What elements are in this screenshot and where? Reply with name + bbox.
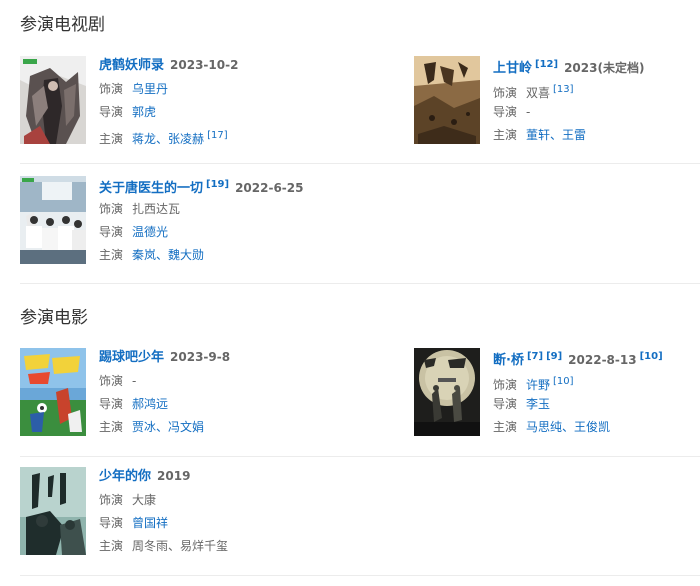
cast-link[interactable]: 马思纯 bbox=[526, 420, 562, 434]
role-link[interactable]: 许野 bbox=[526, 378, 550, 392]
cast-label: 主演 bbox=[99, 132, 124, 146]
director-label: 导演 bbox=[99, 397, 124, 411]
cast-separator: 、 bbox=[550, 128, 563, 142]
cast-link[interactable]: 冯文娟 bbox=[168, 420, 204, 434]
director-label: 导演 bbox=[99, 516, 124, 530]
work-info: 关于唐医生的一切 [19] 2022-6-25 饰演 扎西达瓦 导演 温德光 主演 秦岚、… bbox=[99, 176, 359, 267]
citation-link[interactable]: [10] bbox=[640, 351, 663, 362]
cast-text: 易烊千玺 bbox=[180, 539, 229, 553]
role-label: 饰演 bbox=[493, 378, 518, 392]
director-text: - bbox=[526, 105, 531, 119]
cast-separator: 、 bbox=[168, 539, 181, 553]
director-label: 导演 bbox=[99, 225, 124, 239]
director-link[interactable]: 郭虎 bbox=[132, 105, 156, 119]
work-card: 关于唐医生的一切 [19] 2022-6-25 饰演 扎西达瓦 导演 温德光 主演 秦岚、… bbox=[20, 176, 340, 266]
work-card: 虎鹤妖师录 2023-10-2 饰演 乌里丹 导演 郭虎 主演 蒋龙、张凌赫 [17] bbox=[20, 56, 340, 146]
work-title-link[interactable]: 踢球吧少年 bbox=[99, 350, 164, 365]
work-card: 上甘岭 [12] 2023(未定档) 饰演 双喜 [13] 导演 - 主演 董轩、王雷 bbox=[414, 56, 700, 146]
divider bbox=[20, 575, 700, 576]
director-link[interactable]: 郝鸿远 bbox=[132, 397, 168, 411]
director-link[interactable]: 李玉 bbox=[526, 397, 550, 411]
release-date: 2023(未定档) bbox=[564, 61, 645, 75]
work-card: 少年的你 2019 饰演 大康 导演 曾国祥 主演 周冬雨、易烊千玺 bbox=[20, 467, 340, 557]
release-date: 2022-8-13 bbox=[568, 353, 637, 367]
director-link[interactable]: 曾国祥 bbox=[132, 516, 168, 530]
citation-link[interactable]: [13] bbox=[553, 84, 574, 95]
role-label: 饰演 bbox=[99, 493, 124, 507]
work-card: 踢球吧少年 2023-9-8 饰演 - 导演 郝鸿远 主演 贾冰、冯文娟 bbox=[20, 348, 340, 438]
director-label: 导演 bbox=[493, 397, 518, 411]
cast-label: 主演 bbox=[493, 420, 518, 434]
citation-link[interactable]: [9] bbox=[546, 351, 562, 362]
work-title-link[interactable]: 虎鹤妖师录 bbox=[99, 58, 164, 73]
role-label: 饰演 bbox=[99, 202, 124, 216]
cast-label: 主演 bbox=[99, 420, 124, 434]
work-title-link[interactable]: 上甘岭 bbox=[493, 61, 532, 76]
cast-label: 主演 bbox=[493, 128, 518, 142]
release-date: 2023-9-8 bbox=[170, 350, 231, 364]
cast-text: 周冬雨 bbox=[132, 539, 169, 553]
section-title-film: 参演电影 bbox=[20, 308, 88, 328]
cast-link[interactable]: 贾冰 bbox=[132, 420, 156, 434]
director-label: 导演 bbox=[493, 105, 518, 119]
role-text: 双喜 bbox=[526, 86, 551, 100]
work-info: 断·桥 [7] [9] 2022-8-13 [10] 饰演 许野 [10] 导演 李玉 主演马… bbox=[493, 348, 700, 439]
citation-link[interactable]: [10] bbox=[553, 376, 574, 387]
citation-link[interactable]: [12] bbox=[535, 59, 558, 70]
work-info: 少年的你 2019 饰演 大康 导演 曾国祥 主演 周冬雨、易烊千玺 bbox=[99, 467, 359, 558]
poster-image[interactable] bbox=[414, 348, 480, 436]
cast-link[interactable]: 蒋龙 bbox=[132, 132, 156, 146]
cast-link[interactable]: 张凌赫 bbox=[168, 132, 204, 146]
release-date: 2022-6-25 bbox=[235, 181, 304, 195]
cast-link[interactable]: 王俊凯 bbox=[574, 420, 610, 434]
cast-label: 主演 bbox=[99, 248, 124, 262]
work-title-link[interactable]: 少年的你 bbox=[99, 469, 151, 484]
poster-image[interactable] bbox=[414, 56, 480, 144]
divider bbox=[20, 163, 700, 164]
citation-link[interactable]: [17] bbox=[207, 130, 228, 141]
cast-separator: 、 bbox=[156, 420, 169, 434]
role-text: - bbox=[132, 374, 137, 388]
work-info: 虎鹤妖师录 2023-10-2 饰演 乌里丹 导演 郭虎 主演 蒋龙、张凌赫 [17] bbox=[99, 56, 359, 147]
role-label: 饰演 bbox=[99, 82, 124, 96]
cast-separator: 、 bbox=[156, 132, 169, 146]
cast-link[interactable]: 魏大勋 bbox=[168, 248, 204, 262]
cast-link[interactable]: 王雷 bbox=[562, 128, 586, 142]
section-title-tv: 参演电视剧 bbox=[20, 15, 105, 35]
divider bbox=[20, 456, 700, 457]
work-info: 上甘岭 [12] 2023(未定档) 饰演 双喜 [13] 导演 - 主演 董轩、王雷 bbox=[493, 56, 700, 147]
director-link[interactable]: 温德光 bbox=[132, 225, 168, 239]
cast-separator: 、 bbox=[562, 420, 575, 434]
release-date: 2023-10-2 bbox=[170, 58, 239, 72]
role-label: 饰演 bbox=[493, 86, 518, 100]
role-label: 饰演 bbox=[99, 374, 124, 388]
divider bbox=[20, 283, 700, 284]
role-link[interactable]: 乌里丹 bbox=[132, 82, 168, 96]
cast-link[interactable]: 秦岚 bbox=[132, 248, 156, 262]
work-card: 断·桥 [7] [9] 2022-8-13 [10] 饰演 许野 [10] 导演 李玉 主演马… bbox=[414, 348, 700, 438]
release-date: 2019 bbox=[157, 469, 191, 483]
cast-link[interactable]: 董轩 bbox=[526, 128, 550, 142]
citation-link[interactable]: [19] bbox=[206, 179, 229, 190]
role-text: 大康 bbox=[132, 493, 157, 507]
cast-separator: 、 bbox=[156, 248, 169, 262]
work-info: 踢球吧少年 2023-9-8 饰演 - 导演 郝鸿远 主演 贾冰、冯文娟 bbox=[99, 348, 359, 439]
poster-image[interactable] bbox=[20, 176, 86, 264]
work-title-link[interactable]: 关于唐医生的一切 bbox=[99, 181, 203, 196]
cast-label: 主演 bbox=[99, 539, 124, 553]
role-text: 扎西达瓦 bbox=[132, 202, 181, 216]
poster-image[interactable] bbox=[20, 467, 86, 555]
citation-link[interactable]: [7] bbox=[527, 351, 543, 362]
work-title-link[interactable]: 断·桥 bbox=[493, 353, 524, 368]
poster-image[interactable] bbox=[20, 348, 86, 436]
poster-image[interactable] bbox=[20, 56, 86, 144]
director-label: 导演 bbox=[99, 105, 124, 119]
